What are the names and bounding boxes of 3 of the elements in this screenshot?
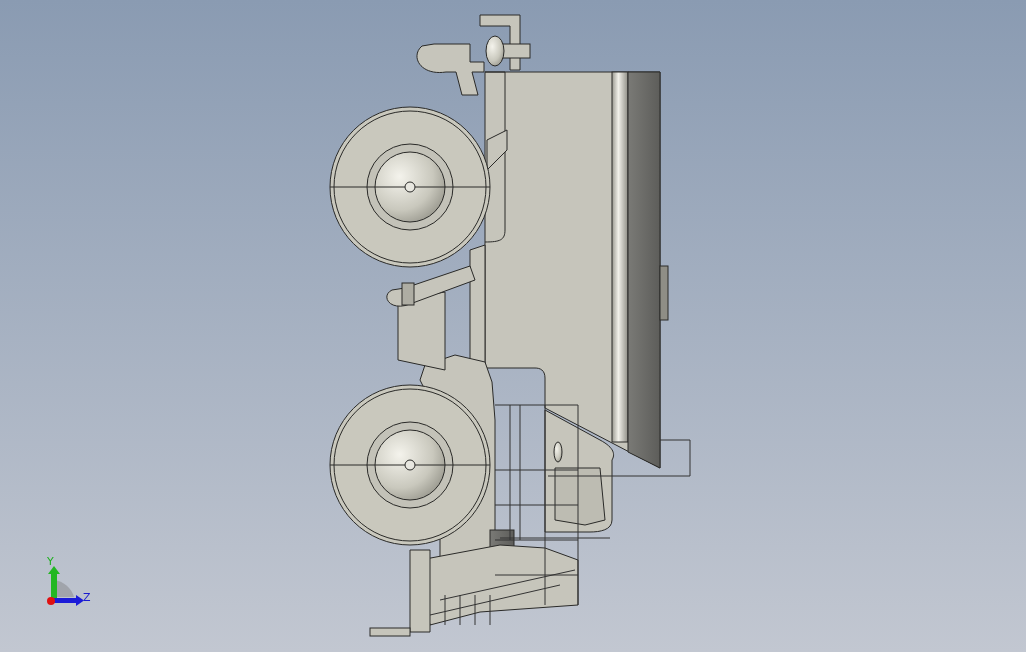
axis-triad-drawing <box>47 566 84 606</box>
z-axis-label: Z <box>83 591 91 604</box>
y-axis-label: Y <box>47 555 54 568</box>
